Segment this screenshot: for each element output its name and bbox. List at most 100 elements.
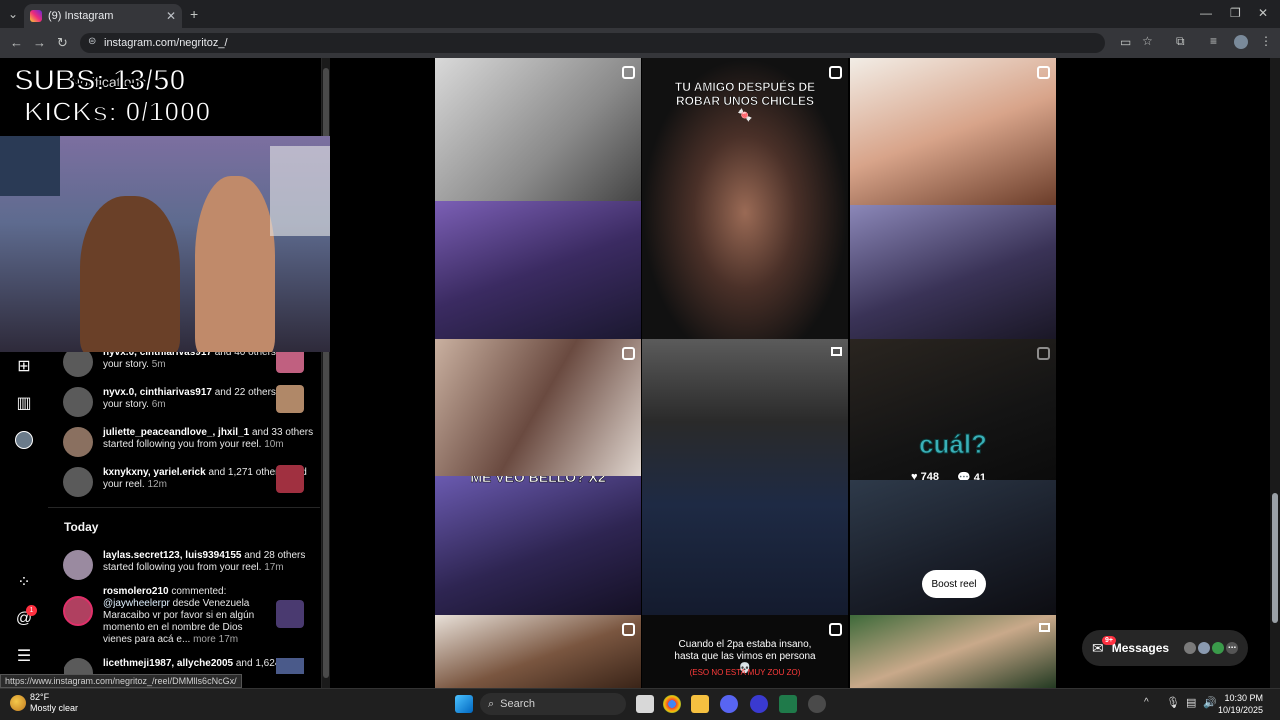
avatar <box>63 467 93 497</box>
background-shelf <box>270 146 330 236</box>
notif-users: licethmeji1987, allyche2005 <box>103 658 234 669</box>
reel-tile-4[interactable] <box>435 339 641 476</box>
more-menu-icon[interactable]: ☰ <box>14 646 34 666</box>
reel-tile-5[interactable] <box>642 339 848 615</box>
notif-thumbnail[interactable] <box>276 658 304 674</box>
reel-tile-3b[interactable] <box>850 205 1056 339</box>
guest-figure <box>195 176 275 352</box>
background-poster <box>0 136 60 196</box>
messages-badge: 9+ <box>1102 636 1116 645</box>
close-tab-icon[interactable]: ✕ <box>166 9 176 23</box>
threads-apps-icon[interactable]: ⁘ <box>14 572 34 592</box>
reel-tile-1[interactable] <box>435 58 641 201</box>
discord-icon[interactable] <box>720 695 738 713</box>
taskbar-clock[interactable]: 10:30 PM 10/19/2025 <box>1218 692 1263 716</box>
minimize-icon[interactable]: — <box>1200 6 1212 20</box>
notification-item[interactable]: rosmolero210 commented: @jaywheelerpr de… <box>63 586 314 645</box>
notification-item[interactable]: licethmeji1987, allyche2005 and 1,624 <box>64 658 314 674</box>
notification-item[interactable]: nyvx.0, cinthiarivas917 and 22 others li… <box>63 385 314 417</box>
notif-time: 5m <box>151 359 166 370</box>
reel-icon <box>1037 66 1050 79</box>
search-label: Search <box>500 698 536 710</box>
notif-time: 17m <box>264 562 284 573</box>
reel-icon <box>829 623 842 636</box>
obs-icon[interactable] <box>808 695 826 713</box>
divider <box>48 507 320 508</box>
avatar <box>63 427 93 457</box>
tray-overflow-icon[interactable]: ^ <box>1144 697 1149 708</box>
network-icon[interactable]: ▤ <box>1186 696 1196 709</box>
forward-icon[interactable]: → <box>33 35 46 50</box>
boost-reel-button[interactable]: Boost reel <box>922 570 986 598</box>
instagram-favicon-icon <box>30 10 42 22</box>
notif-users: juliette_peaceandlove_, jhxil_1 <box>103 427 250 438</box>
notif-more[interactable]: more <box>193 634 216 645</box>
reel-tile-8[interactable]: Cuando el 2pa estaba insano, hasta que l… <box>642 615 848 688</box>
reel-tile-7[interactable] <box>435 615 641 688</box>
chrome-icon[interactable] <box>663 695 681 713</box>
main-scrollbar-thumb[interactable] <box>1272 493 1278 623</box>
vpn-icon[interactable] <box>750 695 768 713</box>
reel-tile-6[interactable]: cuál? <box>850 339 1056 480</box>
threads-icon[interactable]: @ 1 <box>14 605 37 629</box>
profile-icon[interactable] <box>14 430 34 450</box>
site-info-icon[interactable]: ⊜ <box>88 36 96 47</box>
reel-icon <box>1037 347 1050 360</box>
carousel-icon <box>831 347 842 356</box>
reel-caption: TU AMIGO DESPUÉS DE ROBAR UNOS CHICLES 🍬 <box>674 80 816 123</box>
notification-item[interactable]: juliette_peaceandlove_, jhxil_1 and 33 o… <box>63 427 314 457</box>
notif-thumbnail[interactable] <box>276 465 304 493</box>
webcam-feed <box>0 136 330 352</box>
volume-icon[interactable]: 🔊 <box>1203 696 1217 709</box>
notification-badge: 1 <box>26 605 37 616</box>
close-window-icon[interactable]: ✕ <box>1258 6 1268 20</box>
notif-users: kxnykxny, yariel.erick <box>103 467 206 478</box>
reel-tile-9[interactable] <box>850 615 1056 688</box>
menu-icon[interactable]: ⋮ <box>1260 34 1272 48</box>
taskbar-search[interactable]: ⌕ Search <box>480 693 626 715</box>
notification-item[interactable]: kxnykxny, yariel.erick and 1,271 others … <box>63 465 314 497</box>
notif-mention[interactable]: @jaywheelerpr <box>103 598 170 609</box>
reel-tile-6b[interactable]: Boost reel <box>850 480 1056 615</box>
media-icon[interactable]: ≡ <box>1210 34 1217 48</box>
reel-tile-3[interactable] <box>850 58 1056 205</box>
dashboard-icon[interactable]: ▥ <box>14 393 34 413</box>
notif-thumbnail[interactable] <box>276 385 304 413</box>
reel-icon <box>829 66 842 79</box>
reload-icon[interactable]: ↻ <box>57 35 68 51</box>
weather-widget[interactable]: 82°F Mostly clear <box>30 692 78 714</box>
reel-tile-1b[interactable] <box>435 201 641 339</box>
cast-icon[interactable]: ▭ <box>1120 35 1131 49</box>
profile-avatar-icon[interactable] <box>1234 35 1248 49</box>
reel-tile-4b[interactable]: ME VEO BELLO? X2 <box>435 476 641 615</box>
notif-time: 12m <box>147 479 167 490</box>
create-icon[interactable]: ⊞ <box>14 356 34 376</box>
new-tab-icon[interactable]: + <box>190 6 198 22</box>
file-explorer-icon[interactable] <box>691 695 709 713</box>
bookmark-star-icon[interactable]: ☆ <box>1142 34 1153 48</box>
address-bar[interactable]: ⊜ instagram.com/negritoz_/ <box>80 33 1105 53</box>
excel-icon[interactable] <box>779 695 797 713</box>
maximize-icon[interactable]: ❐ <box>1230 6 1241 20</box>
microphone-icon[interactable]: 🎙 <box>1166 696 1180 709</box>
reel-tile-2[interactable]: TU AMIGO DESPUÉS DE ROBAR UNOS CHICLES 🍬 <box>642 58 848 339</box>
avatar <box>63 596 93 626</box>
notif-text: commented: <box>168 586 227 597</box>
extensions-icon[interactable]: ⧉ <box>1176 34 1185 49</box>
messages-button[interactable]: ✉ 9+ Messages ⋯ <box>1082 630 1248 666</box>
windows-start-icon[interactable] <box>455 695 473 713</box>
back-icon[interactable]: ← <box>10 35 23 50</box>
weather-icon[interactable] <box>10 695 26 711</box>
notification-item[interactable]: laylas.secret123, luis9394155 and 28 oth… <box>63 550 314 580</box>
main-scrollbar[interactable] <box>1270 58 1280 688</box>
notif-users: rosmolero210 <box>103 586 169 597</box>
messages-label: Messages <box>1111 641 1170 655</box>
notif-thumbnail[interactable] <box>276 600 304 628</box>
notif-users: nyvx.0, cinthiarivas917 <box>103 387 212 398</box>
message-avatars: ⋯ <box>1184 642 1238 654</box>
weather-desc: Mostly clear <box>30 703 79 713</box>
tab-search-icon[interactable]: ⌄ <box>8 7 18 21</box>
task-view-icon[interactable] <box>636 695 654 713</box>
reel-icon <box>622 347 635 360</box>
tab-instagram[interactable]: (9) Instagram ✕ <box>24 4 182 28</box>
